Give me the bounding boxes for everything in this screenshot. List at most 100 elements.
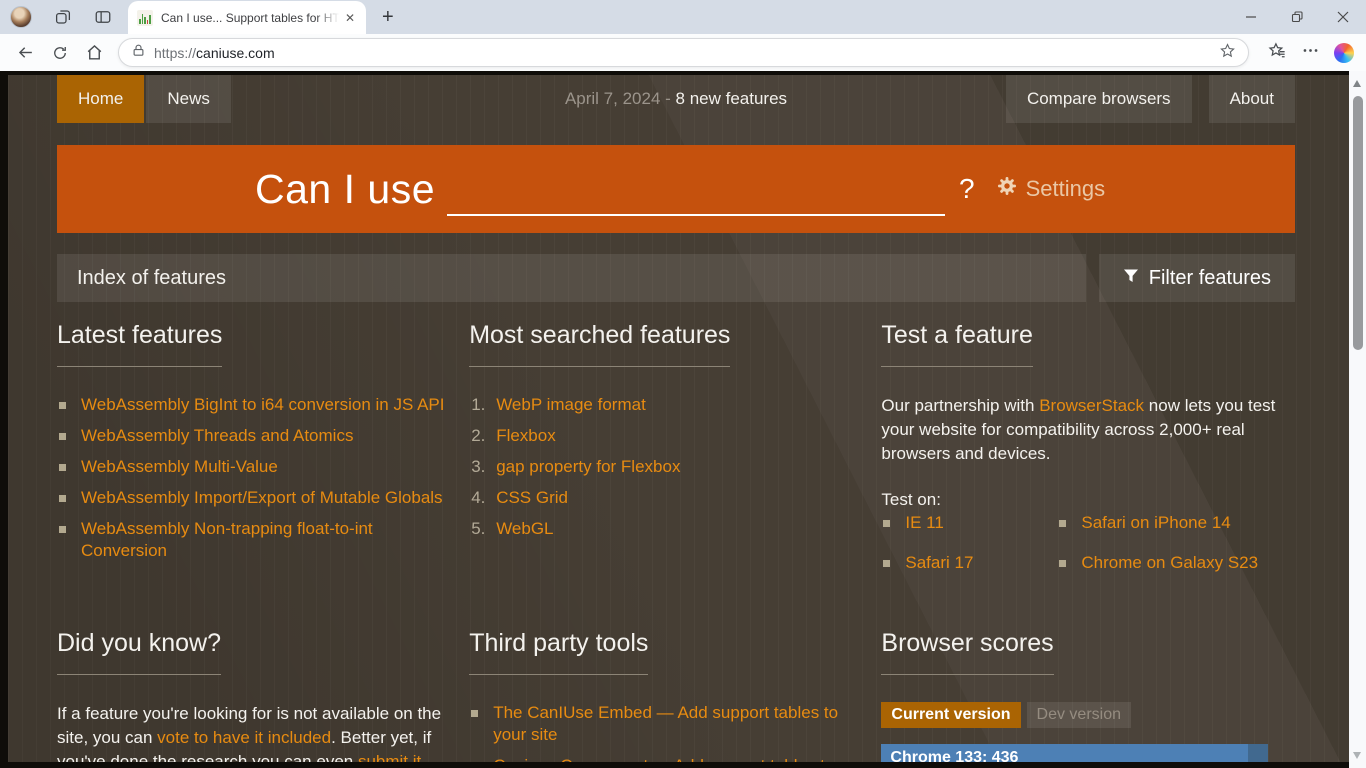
section-title: Latest features — [57, 321, 222, 367]
score-bar: Chrome 133: 436 — [881, 744, 1268, 762]
feature-link[interactable]: Flexbox — [496, 426, 556, 445]
section-title: Browser scores — [881, 629, 1053, 675]
score-bars: Chrome 133: 436Safari 18.3: 411 — [881, 744, 1295, 762]
scroll-down-arrow-icon[interactable] — [1353, 752, 1361, 759]
feature-link[interactable]: WebGL — [496, 519, 553, 538]
copilot-icon[interactable] — [1334, 43, 1354, 63]
new-tab-button[interactable]: + — [382, 0, 394, 34]
feature-link[interactable]: WebAssembly BigInt to i64 conversion in … — [81, 395, 444, 414]
settings-menu-icon[interactable] — [1301, 41, 1320, 65]
list-item: The CanIUse Embed — Add support tables t… — [469, 702, 859, 746]
feature-link[interactable]: WebAssembly Multi-Value — [81, 457, 278, 476]
list-item: Safari on iPhone 14 — [1057, 512, 1295, 534]
site-nav: Home News April 7, 2024 - 8 new features… — [57, 75, 1295, 123]
home-icon[interactable] — [85, 43, 104, 62]
tab-actions-icon[interactable] — [94, 8, 112, 26]
nav-news-button[interactable]: News — [146, 75, 231, 123]
did-you-know-text: If a feature you're looking for is not a… — [57, 702, 447, 762]
test-target-link[interactable]: Chrome on Galaxy S23 — [1081, 553, 1258, 572]
list-item: CSS Grid — [469, 487, 859, 509]
section-title: Did you know? — [57, 629, 221, 675]
url-text[interactable]: https://caniuse.com — [154, 45, 275, 61]
section-title: Test a feature — [881, 321, 1032, 367]
filter-features-button[interactable]: Filter features — [1099, 254, 1295, 302]
current-version-button[interactable]: Current version — [881, 702, 1020, 728]
page-viewport: Home News April 7, 2024 - 8 new features… — [0, 71, 1366, 768]
vote-link[interactable]: vote to have it included — [157, 728, 331, 747]
funnel-icon — [1123, 267, 1139, 290]
section-title: Third party tools — [469, 629, 648, 675]
profile-avatar[interactable] — [10, 6, 32, 28]
site-header: Can I use ? — [57, 145, 1295, 233]
feature-link[interactable]: WebAssembly Import/Export of Mutable Glo… — [81, 488, 443, 507]
feature-search-input[interactable] — [447, 170, 945, 216]
window-close-button[interactable] — [1320, 0, 1366, 34]
feature-link[interactable]: WebAssembly Threads and Atomics — [81, 426, 353, 445]
page-background: Home News April 7, 2024 - 8 new features… — [8, 75, 1366, 762]
list-item: WebAssembly Threads and Atomics — [57, 425, 447, 447]
favorites-icon[interactable] — [1268, 41, 1287, 65]
window-minimize-button[interactable] — [1228, 0, 1274, 34]
test-target-link[interactable]: IE 11 — [905, 513, 943, 532]
section-title: Most searched features — [469, 321, 730, 367]
lock-icon — [131, 43, 146, 63]
list-item: Chrome on Galaxy S23 — [1057, 552, 1295, 574]
list-item: Flexbox — [469, 425, 859, 447]
feature-link[interactable]: CSS Grid — [496, 488, 568, 507]
refresh-icon[interactable] — [51, 44, 69, 62]
score-bar-label: Chrome 133: 436 — [881, 744, 1268, 762]
list-item: gap property for Flexbox — [469, 456, 859, 478]
settings-label: Settings — [1026, 176, 1106, 202]
help-button[interactable]: ? — [959, 173, 975, 205]
nav-compare-browsers-button[interactable]: Compare browsers — [1006, 75, 1192, 123]
browser-toolbar: https://caniuse.com — [0, 34, 1366, 71]
gear-icon — [997, 176, 1017, 202]
partnership-text: Our partnership with BrowserStack now le… — [881, 394, 1295, 466]
nav-home-button[interactable]: Home — [57, 75, 144, 123]
address-bar[interactable]: https://caniuse.com — [118, 38, 1249, 67]
scroll-up-arrow-icon[interactable] — [1353, 80, 1361, 87]
test-target-link[interactable]: Safari 17 — [905, 553, 973, 572]
browser-scores-section: Browser scores Current version Dev versi… — [881, 629, 1295, 762]
feature-link[interactable]: WebAssembly Non-trapping float-to-int Co… — [81, 519, 373, 560]
bookmark-star-icon[interactable] — [1219, 42, 1236, 64]
latest-features-section: Latest features WebAssembly BigInt to i6… — [57, 321, 447, 583]
scrollbar-thumb[interactable] — [1353, 96, 1363, 350]
window-restore-button[interactable] — [1274, 0, 1320, 34]
page-scrollbar[interactable] — [1349, 71, 1366, 768]
url-scheme: https:// — [154, 45, 196, 61]
back-icon[interactable] — [16, 43, 35, 62]
new-features-link: 8 new features — [676, 89, 788, 108]
browser-tab[interactable]: Can I use... Support tables for HTM ✕ — [128, 1, 366, 34]
most-searched-section: Most searched features WebP image format… — [469, 321, 859, 583]
nav-about-button[interactable]: About — [1209, 75, 1295, 123]
list-item: WebAssembly BigInt to i64 conversion in … — [57, 394, 447, 416]
list-item: IE 11 — [881, 512, 1057, 534]
tab-title: Can I use... Support tables for HTM — [161, 11, 343, 25]
list-item: WebP image format — [469, 394, 859, 416]
test-a-feature-section: Test a feature Our partnership with Brow… — [881, 321, 1295, 583]
test-target-link[interactable]: Safari on iPhone 14 — [1081, 513, 1230, 532]
list-item: WebAssembly Non-trapping float-to-int Co… — [57, 518, 447, 562]
did-you-know-section: Did you know? If a feature you're lookin… — [57, 629, 447, 762]
caniuse-favicon — [137, 10, 153, 26]
workspaces-icon[interactable] — [54, 8, 72, 26]
list-item: Safari 17 — [881, 552, 1057, 574]
tool-link[interactable]: The CanIUse Embed — Add support tables t… — [493, 703, 838, 744]
feature-link[interactable]: gap property for Flexbox — [496, 457, 680, 476]
list-item: WebAssembly Multi-Value — [57, 456, 447, 478]
site-title: Can I use — [255, 166, 435, 213]
feature-link[interactable]: WebP image format — [496, 395, 646, 414]
test-on-label: Test on: — [881, 488, 1295, 512]
settings-button[interactable]: Settings — [997, 176, 1106, 202]
third-party-tools-section: Third party tools The CanIUse Embed — Ad… — [469, 629, 859, 762]
index-of-features-bar[interactable]: Index of features — [57, 254, 1086, 302]
dev-version-button[interactable]: Dev version — [1027, 702, 1131, 728]
browserstack-link[interactable]: BrowserStack — [1039, 396, 1144, 415]
url-host: caniuse.com — [196, 45, 275, 61]
list-item: Caniuse Component — Add support tables t… — [469, 755, 859, 762]
tool-link[interactable]: Caniuse Component — Add support tables t… — [493, 756, 834, 762]
browser-tab-strip: Can I use... Support tables for HTM ✕ + — [0, 0, 1366, 34]
list-item: WebAssembly Import/Export of Mutable Glo… — [57, 487, 447, 509]
tab-close-icon[interactable]: ✕ — [343, 11, 357, 25]
